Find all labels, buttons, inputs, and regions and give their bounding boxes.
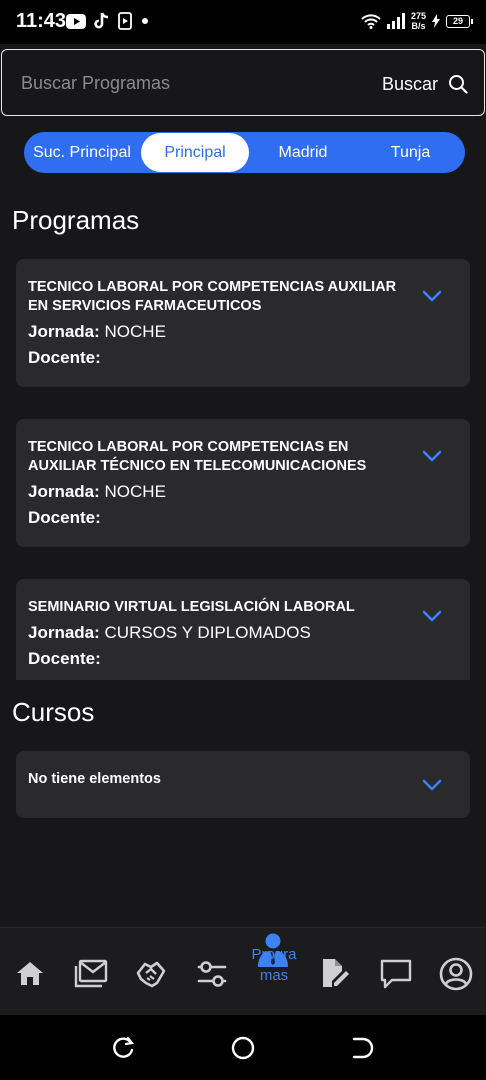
program-card[interactable]: SEMINARIO VIRTUAL LEGISLACIÓN LABORAL Jo…	[16, 579, 470, 680]
nav-profile[interactable]	[428, 928, 484, 1016]
program-title-line: SEMINARIO VIRTUAL LEGISLACIÓN LABORAL	[28, 599, 355, 615]
status-bar: 11:43 275 B/s 29	[0, 0, 486, 44]
program-title-line: TECNICO LABORAL POR COMPETENCIAS EN	[28, 439, 349, 455]
battery-icon: 29	[446, 14, 473, 28]
docente-label: Docente:	[28, 508, 101, 527]
programs-title: Programas	[12, 205, 140, 235]
charging-icon	[432, 14, 440, 28]
nav-label-line: Progra	[251, 946, 297, 963]
program-jornada: Jornada: NOCHE	[28, 322, 166, 342]
user-icon	[439, 957, 473, 991]
search-bar: Buscar	[1, 49, 485, 116]
chevron-down-icon[interactable]	[422, 609, 442, 623]
courses-empty-text: No tiene elementos	[28, 771, 161, 787]
nav-chat[interactable]	[368, 928, 424, 1016]
docente-label: Docente:	[28, 348, 101, 367]
bottom-nav	[0, 927, 486, 1015]
jornada-label: Jornada:	[28, 623, 100, 642]
nav-sliders[interactable]	[184, 928, 240, 1016]
back-icon[interactable]	[349, 1035, 375, 1061]
jornada-label: Jornada:	[28, 482, 100, 501]
program-docente: Docente:	[28, 508, 101, 528]
nav-label-line: mas	[259, 967, 289, 984]
media-player-icon	[118, 12, 132, 30]
search-button[interactable]: Buscar	[382, 70, 468, 98]
program-title-line: TECNICO LABORAL POR COMPETENCIAS AUXILIA…	[28, 279, 397, 295]
program-docente: Docente:	[28, 649, 101, 669]
youtube-icon	[66, 13, 86, 29]
search-icon	[449, 75, 468, 94]
notification-icons	[66, 10, 150, 32]
wifi-icon	[361, 14, 381, 29]
nav-programas-label[interactable]: Progra mas	[244, 944, 304, 986]
program-title: TECNICO LABORAL POR COMPETENCIAS EN AUXI…	[28, 438, 418, 476]
chevron-down-icon[interactable]	[422, 778, 442, 792]
jornada-label: Jornada:	[28, 322, 100, 341]
home-button-icon[interactable]	[230, 1035, 256, 1061]
branch-tabs: Suc. Principal Principal Madrid Tunja	[24, 132, 465, 173]
network-speed-unit: B/s	[411, 21, 426, 31]
recent-apps-icon[interactable]	[111, 1035, 137, 1061]
home-icon	[17, 962, 43, 985]
nav-handshake[interactable]	[123, 928, 179, 1016]
courses-title: Cursos	[12, 697, 95, 727]
program-jornada: Jornada: NOCHE	[28, 482, 166, 502]
docente-label: Docente:	[28, 649, 101, 668]
program-title-line: AUXILIAR TÉCNICO EN TELECOMUNICACIONES	[28, 458, 367, 474]
program-title: TECNICO LABORAL POR COMPETENCIAS AUXILIA…	[28, 278, 418, 316]
programs-list[interactable]: TECNICO LABORAL POR COMPETENCIAS AUXILIA…	[0, 245, 486, 680]
jornada-value: NOCHE	[104, 482, 166, 501]
mail-icon	[74, 959, 108, 988]
dot-icon	[142, 18, 148, 24]
courses-empty-card[interactable]: No tiene elementos	[16, 751, 470, 818]
system-status-icons: 275 B/s 29	[361, 8, 473, 34]
program-docente: Docente:	[28, 348, 101, 368]
nav-mail[interactable]	[63, 928, 119, 1016]
search-button-label: Buscar	[381, 73, 438, 94]
nav-home[interactable]	[2, 928, 58, 1016]
sliders-icon	[197, 961, 227, 987]
search-input[interactable]	[21, 70, 341, 96]
tab-suc-principal[interactable]: Suc. Principal	[24, 132, 140, 173]
program-card[interactable]: TECNICO LABORAL POR COMPETENCIAS EN AUXI…	[16, 419, 470, 547]
nav-edit-document[interactable]	[307, 928, 363, 1016]
jornada-value: NOCHE	[104, 322, 166, 341]
chevron-down-icon[interactable]	[422, 449, 442, 463]
chevron-down-icon[interactable]	[422, 289, 442, 303]
tab-principal[interactable]: Principal	[141, 133, 249, 172]
handshake-icon	[136, 961, 166, 988]
tab-tunja[interactable]: Tunja	[356, 132, 465, 173]
program-card[interactable]: TECNICO LABORAL POR COMPETENCIAS AUXILIA…	[16, 259, 470, 387]
tiktok-icon	[94, 12, 109, 29]
chat-icon	[380, 959, 412, 989]
status-time: 11:43	[16, 10, 67, 32]
system-nav-bar	[0, 1015, 486, 1080]
program-jornada: Jornada: CURSOS Y DIPLOMADOS	[28, 623, 311, 643]
tab-madrid[interactable]: Madrid	[250, 132, 356, 173]
network-speed: 275 B/s	[411, 11, 426, 31]
edit-document-icon	[323, 959, 349, 987]
program-title: SEMINARIO VIRTUAL LEGISLACIÓN LABORAL	[28, 598, 418, 617]
network-speed-value: 275	[410, 11, 426, 21]
program-title-line: EN SERVICIOS FARMACEUTICOS	[28, 298, 262, 314]
jornada-value: CURSOS Y DIPLOMADOS	[104, 623, 311, 642]
signal-icon	[386, 13, 405, 29]
